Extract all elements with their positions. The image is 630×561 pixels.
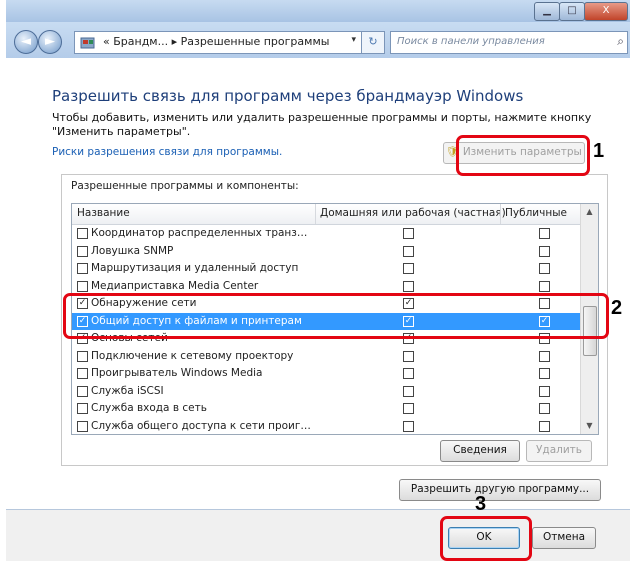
col-public-header[interactable]: Публичные [505,207,567,219]
home-network-checkbox[interactable] [403,403,414,414]
program-name: Координатор распределенных транзакц... [91,227,311,239]
home-network-checkbox[interactable] [403,350,414,362]
address-dropdown-icon[interactable]: ▾ [351,35,356,45]
table-header: Название Домашняя или рабочая (частная) … [72,204,580,225]
scroll-up-arrow-icon[interactable]: ▲ [581,204,598,220]
enable-checkbox[interactable] [77,263,88,274]
step1-number: 1 [593,140,605,162]
home-network-checkbox[interactable] [403,280,414,292]
enable-checkbox[interactable] [77,280,88,292]
refresh-icon: ↻ [368,35,378,48]
scroll-down-arrow-icon[interactable]: ▼ [581,418,598,434]
step2-number: 2 [611,297,623,319]
program-name: Медиаприставка Media Center [91,279,259,292]
public-network-checkbox[interactable] [539,350,550,362]
public-network-checkbox[interactable] [539,385,550,397]
step2-highlight [63,293,609,339]
program-name: Ловушка SNMP [91,244,174,257]
forward-button[interactable]: ► [38,30,62,54]
dialog-footer: OK Отмена [6,510,630,561]
home-network-checkbox[interactable] [403,385,414,397]
enable-checkbox[interactable] [77,420,88,432]
table-row[interactable]: Ловушка SNMP [72,243,580,261]
step1-highlight [456,135,590,176]
program-name: Проигрыватель Windows Media [91,367,263,379]
public-network-checkbox[interactable] [539,263,550,274]
program-name: Служба общего доступа к сети проигры... [91,419,311,432]
column-divider[interactable] [315,204,316,224]
group-title: Разрешенные программы и компоненты: [71,180,299,192]
maximize-button[interactable]: □ [559,2,585,21]
risk-link[interactable]: Риски разрешения связи для программы. [52,146,282,158]
address-bar[interactable]: « Брандм... ▸ Разрешенные программы ▾ [74,31,363,54]
delete-button[interactable]: Удалить [526,440,592,462]
enable-checkbox[interactable] [77,228,88,239]
home-network-checkbox[interactable] [403,420,414,432]
page-title: Разрешить связь для программ через бранд… [52,87,524,105]
step3-number: 3 [475,493,487,515]
table-row[interactable]: Маршрутизация и удаленный доступ [72,260,580,278]
col-name-header[interactable]: Название [77,207,130,219]
navigation-bar: ◄ ► « Брандм... ▸ Разрешенные программы … [6,22,630,58]
firewall-window: ▁ □ X ◄ ► « Брандм... ▸ Разрешенные прог… [6,0,630,561]
close-button[interactable]: X [584,2,628,21]
search-icon[interactable]: ⌕ [617,34,624,49]
table-row[interactable]: Служба iSCSI [72,383,580,401]
enable-checkbox[interactable] [77,368,88,379]
window-titlebar[interactable]: ▁ □ X [6,0,630,22]
details-button[interactable]: Сведения [440,440,520,462]
minimize-button[interactable]: ▁ [534,2,560,21]
search-input[interactable]: Поиск в панели управления ⌕ [390,31,628,54]
public-network-checkbox[interactable] [539,280,550,292]
public-network-checkbox[interactable] [539,228,550,239]
program-name: Маршрутизация и удаленный доступ [91,262,299,274]
public-network-checkbox[interactable] [539,420,550,432]
table-row[interactable]: Координатор распределенных транзакц... [72,225,580,243]
enable-checkbox[interactable] [77,245,88,257]
search-placeholder: Поиск в панели управления [397,36,545,47]
back-button[interactable]: ◄ [14,30,38,54]
step3-highlight [440,516,532,561]
control-panel-icon [80,35,96,49]
cancel-button[interactable]: Отмена [532,527,596,549]
table-row[interactable]: Подключение к сетевому проектору [72,348,580,366]
public-network-checkbox[interactable] [539,403,550,414]
home-network-checkbox[interactable] [403,245,414,257]
table-row[interactable]: Проигрыватель Windows Media [72,365,580,383]
address-breadcrumb[interactable]: « Брандм... ▸ Разрешенные программы [103,35,329,48]
enable-checkbox[interactable] [77,385,88,397]
enable-checkbox[interactable] [77,403,88,414]
public-network-checkbox[interactable] [539,368,550,379]
program-name: Служба входа в сеть [91,402,207,414]
allow-other-program-button[interactable]: Разрешить другую программу... [399,479,601,501]
public-network-checkbox[interactable] [539,245,550,257]
home-network-checkbox[interactable] [403,263,414,274]
program-name: Подключение к сетевому проектору [91,349,294,362]
home-network-checkbox[interactable] [403,368,414,379]
enable-checkbox[interactable] [77,350,88,362]
column-divider[interactable] [500,204,501,224]
refresh-button[interactable]: ↻ [361,31,385,54]
table-row[interactable]: Служба общего доступа к сети проигры... [72,418,580,435]
home-network-checkbox[interactable] [403,228,414,239]
main-content: Разрешить связь для программ через бранд… [6,58,630,510]
col-home-header[interactable]: Домашняя или рабочая (частная) [320,207,506,219]
program-name: Служба iSCSI [91,384,164,397]
table-row[interactable]: Служба входа в сеть [72,400,580,418]
